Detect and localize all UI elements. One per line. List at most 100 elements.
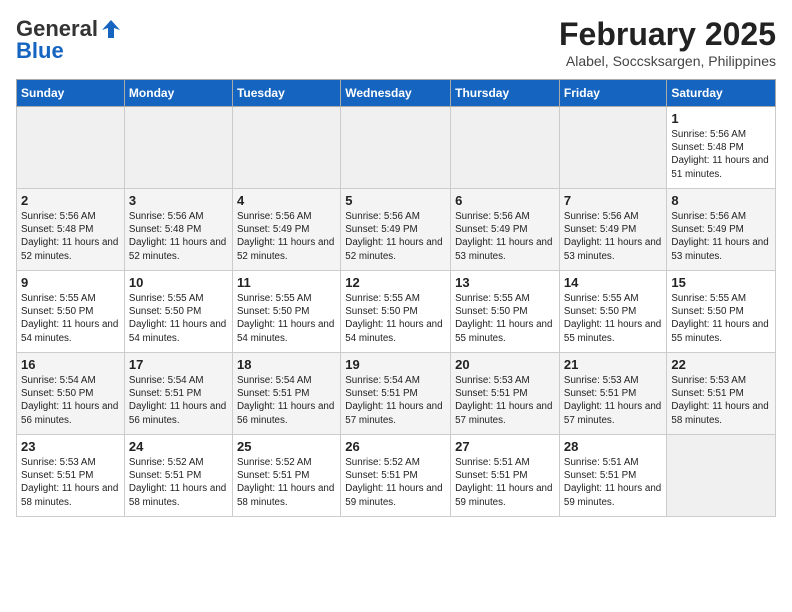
- day-info: Sunrise: 5:55 AM Sunset: 5:50 PM Dayligh…: [21, 292, 120, 345]
- header-day-monday: Monday: [124, 80, 232, 107]
- calendar-cell: 6Sunrise: 5:56 AM Sunset: 5:49 PM Daylig…: [451, 189, 560, 271]
- day-info: Sunrise: 5:52 AM Sunset: 5:51 PM Dayligh…: [345, 456, 446, 509]
- calendar-cell: 22 Sunrise: 5:53 AM Sunset: 5:51 PM Dayli…: [667, 353, 776, 435]
- calendar-cell: 10 Sunrise: 5:55 AM Sunset: 5:50 PM Dayli…: [124, 271, 232, 353]
- day-info: Sunrise: 5:56 AM Sunset: 5:49 PM Dayligh…: [237, 210, 336, 263]
- day-info: Sunrise: 5:56 AM Sunset: 5:48 PM Dayligh…: [671, 128, 771, 181]
- day-info: Sunrise: 5:55 AM Sunset: 5:50 PM Dayligh…: [237, 292, 336, 345]
- calendar-week-3: 9 Sunrise: 5:55 AM Sunset: 5:50 PM Daylig…: [17, 271, 776, 353]
- day-info: Sunrise: 5:56 AM Sunset: 5:48 PM Dayligh…: [129, 210, 228, 263]
- day-number: 13: [455, 275, 555, 290]
- calendar-cell: 25 Sunrise: 5:52 AM Sunset: 5:51 PM Dayli…: [232, 435, 340, 517]
- day-number: 4: [237, 193, 336, 208]
- calendar-cell: 20 Sunrise: 5:53 AM Sunset: 5:51 PM Dayli…: [451, 353, 560, 435]
- calendar-cell: 24 Sunrise: 5:52 AM Sunset: 5:51 PM Dayli…: [124, 435, 232, 517]
- calendar-title: February 2025: [559, 16, 776, 53]
- calendar-header-row: SundayMondayTuesdayWednesdayThursdayFrid…: [17, 80, 776, 107]
- day-info: Sunrise: 5:51 AM Sunset: 5:51 PM Dayligh…: [455, 456, 555, 509]
- calendar-cell: [232, 107, 340, 189]
- day-number: 11: [237, 275, 336, 290]
- header-day-tuesday: Tuesday: [232, 80, 340, 107]
- day-info: Sunrise: 5:54 AM Sunset: 5:51 PM Dayligh…: [345, 374, 446, 427]
- calendar-cell: 27 Sunrise: 5:51 AM Sunset: 5:51 PM Dayli…: [451, 435, 560, 517]
- day-number: 17: [129, 357, 228, 372]
- day-number: 6: [455, 193, 555, 208]
- calendar-cell: 23 Sunrise: 5:53 AM Sunset: 5:51 PM Dayli…: [17, 435, 125, 517]
- calendar-cell: [667, 435, 776, 517]
- header-day-saturday: Saturday: [667, 80, 776, 107]
- calendar-cell: [124, 107, 232, 189]
- day-number: 22: [671, 357, 771, 372]
- day-number: 21: [564, 357, 662, 372]
- logo-blue: Blue: [16, 38, 64, 64]
- header-day-friday: Friday: [559, 80, 666, 107]
- day-info: Sunrise: 5:53 AM Sunset: 5:51 PM Dayligh…: [21, 456, 120, 509]
- day-number: 10: [129, 275, 228, 290]
- day-info: Sunrise: 5:56 AM Sunset: 5:49 PM Dayligh…: [671, 210, 771, 263]
- day-info: Sunrise: 5:55 AM Sunset: 5:50 PM Dayligh…: [345, 292, 446, 345]
- logo-bird-icon: [100, 18, 122, 40]
- day-info: Sunrise: 5:52 AM Sunset: 5:51 PM Dayligh…: [237, 456, 336, 509]
- calendar-cell: [559, 107, 666, 189]
- calendar-cell: 19 Sunrise: 5:54 AM Sunset: 5:51 PM Dayli…: [341, 353, 451, 435]
- day-info: Sunrise: 5:53 AM Sunset: 5:51 PM Dayligh…: [564, 374, 662, 427]
- title-block: February 2025 Alabel, Soccsksargen, Phil…: [559, 16, 776, 69]
- calendar-cell: [341, 107, 451, 189]
- calendar-cell: 16 Sunrise: 5:54 AM Sunset: 5:50 PM Dayli…: [17, 353, 125, 435]
- day-number: 3: [129, 193, 228, 208]
- calendar-cell: 13 Sunrise: 5:55 AM Sunset: 5:50 PM Dayli…: [451, 271, 560, 353]
- calendar-cell: 28 Sunrise: 5:51 AM Sunset: 5:51 PM Dayli…: [559, 435, 666, 517]
- calendar-cell: 26Sunrise: 5:52 AM Sunset: 5:51 PM Dayli…: [341, 435, 451, 517]
- day-number: 20: [455, 357, 555, 372]
- calendar-cell: 5Sunrise: 5:56 AM Sunset: 5:49 PM Daylig…: [341, 189, 451, 271]
- day-number: 2: [21, 193, 120, 208]
- day-info: Sunrise: 5:51 AM Sunset: 5:51 PM Dayligh…: [564, 456, 662, 509]
- header-day-sunday: Sunday: [17, 80, 125, 107]
- day-info: Sunrise: 5:53 AM Sunset: 5:51 PM Dayligh…: [671, 374, 771, 427]
- day-number: 24: [129, 439, 228, 454]
- calendar-cell: 14 Sunrise: 5:55 AM Sunset: 5:50 PM Dayli…: [559, 271, 666, 353]
- calendar-week-4: 16 Sunrise: 5:54 AM Sunset: 5:50 PM Dayli…: [17, 353, 776, 435]
- day-info: Sunrise: 5:52 AM Sunset: 5:51 PM Dayligh…: [129, 456, 228, 509]
- calendar-cell: 9 Sunrise: 5:55 AM Sunset: 5:50 PM Daylig…: [17, 271, 125, 353]
- day-info: Sunrise: 5:56 AM Sunset: 5:48 PM Dayligh…: [21, 210, 120, 263]
- day-info: Sunrise: 5:55 AM Sunset: 5:50 PM Dayligh…: [455, 292, 555, 345]
- day-number: 23: [21, 439, 120, 454]
- day-number: 15: [671, 275, 771, 290]
- calendar-cell: [17, 107, 125, 189]
- day-number: 1: [671, 111, 771, 126]
- day-info: Sunrise: 5:56 AM Sunset: 5:49 PM Dayligh…: [564, 210, 662, 263]
- calendar-cell: 4 Sunrise: 5:56 AM Sunset: 5:49 PM Daylig…: [232, 189, 340, 271]
- day-info: Sunrise: 5:53 AM Sunset: 5:51 PM Dayligh…: [455, 374, 555, 427]
- day-number: 5: [345, 193, 446, 208]
- calendar-week-2: 2 Sunrise: 5:56 AM Sunset: 5:48 PM Daylig…: [17, 189, 776, 271]
- calendar-cell: 17 Sunrise: 5:54 AM Sunset: 5:51 PM Dayli…: [124, 353, 232, 435]
- day-info: Sunrise: 5:55 AM Sunset: 5:50 PM Dayligh…: [564, 292, 662, 345]
- calendar-cell: 2 Sunrise: 5:56 AM Sunset: 5:48 PM Daylig…: [17, 189, 125, 271]
- calendar-cell: 1 Sunrise: 5:56 AM Sunset: 5:48 PM Daylig…: [667, 107, 776, 189]
- day-number: 8: [671, 193, 771, 208]
- logo: General Blue: [16, 16, 122, 64]
- day-number: 7: [564, 193, 662, 208]
- page-header: General Blue February 2025 Alabel, Soccs…: [16, 16, 776, 69]
- calendar-cell: 11 Sunrise: 5:55 AM Sunset: 5:50 PM Dayli…: [232, 271, 340, 353]
- day-number: 25: [237, 439, 336, 454]
- day-number: 12: [345, 275, 446, 290]
- day-info: Sunrise: 5:54 AM Sunset: 5:50 PM Dayligh…: [21, 374, 120, 427]
- calendar-subtitle: Alabel, Soccsksargen, Philippines: [559, 53, 776, 69]
- day-info: Sunrise: 5:55 AM Sunset: 5:50 PM Dayligh…: [129, 292, 228, 345]
- day-number: 9: [21, 275, 120, 290]
- day-info: Sunrise: 5:54 AM Sunset: 5:51 PM Dayligh…: [237, 374, 336, 427]
- day-number: 19: [345, 357, 446, 372]
- day-info: Sunrise: 5:54 AM Sunset: 5:51 PM Dayligh…: [129, 374, 228, 427]
- calendar-cell: [451, 107, 560, 189]
- calendar-week-5: 23 Sunrise: 5:53 AM Sunset: 5:51 PM Dayli…: [17, 435, 776, 517]
- day-info: Sunrise: 5:55 AM Sunset: 5:50 PM Dayligh…: [671, 292, 771, 345]
- header-day-wednesday: Wednesday: [341, 80, 451, 107]
- day-number: 16: [21, 357, 120, 372]
- day-number: 14: [564, 275, 662, 290]
- calendar-cell: 21 Sunrise: 5:53 AM Sunset: 5:51 PM Dayli…: [559, 353, 666, 435]
- calendar-cell: 15 Sunrise: 5:55 AM Sunset: 5:50 PM Dayli…: [667, 271, 776, 353]
- day-number: 27: [455, 439, 555, 454]
- day-number: 28: [564, 439, 662, 454]
